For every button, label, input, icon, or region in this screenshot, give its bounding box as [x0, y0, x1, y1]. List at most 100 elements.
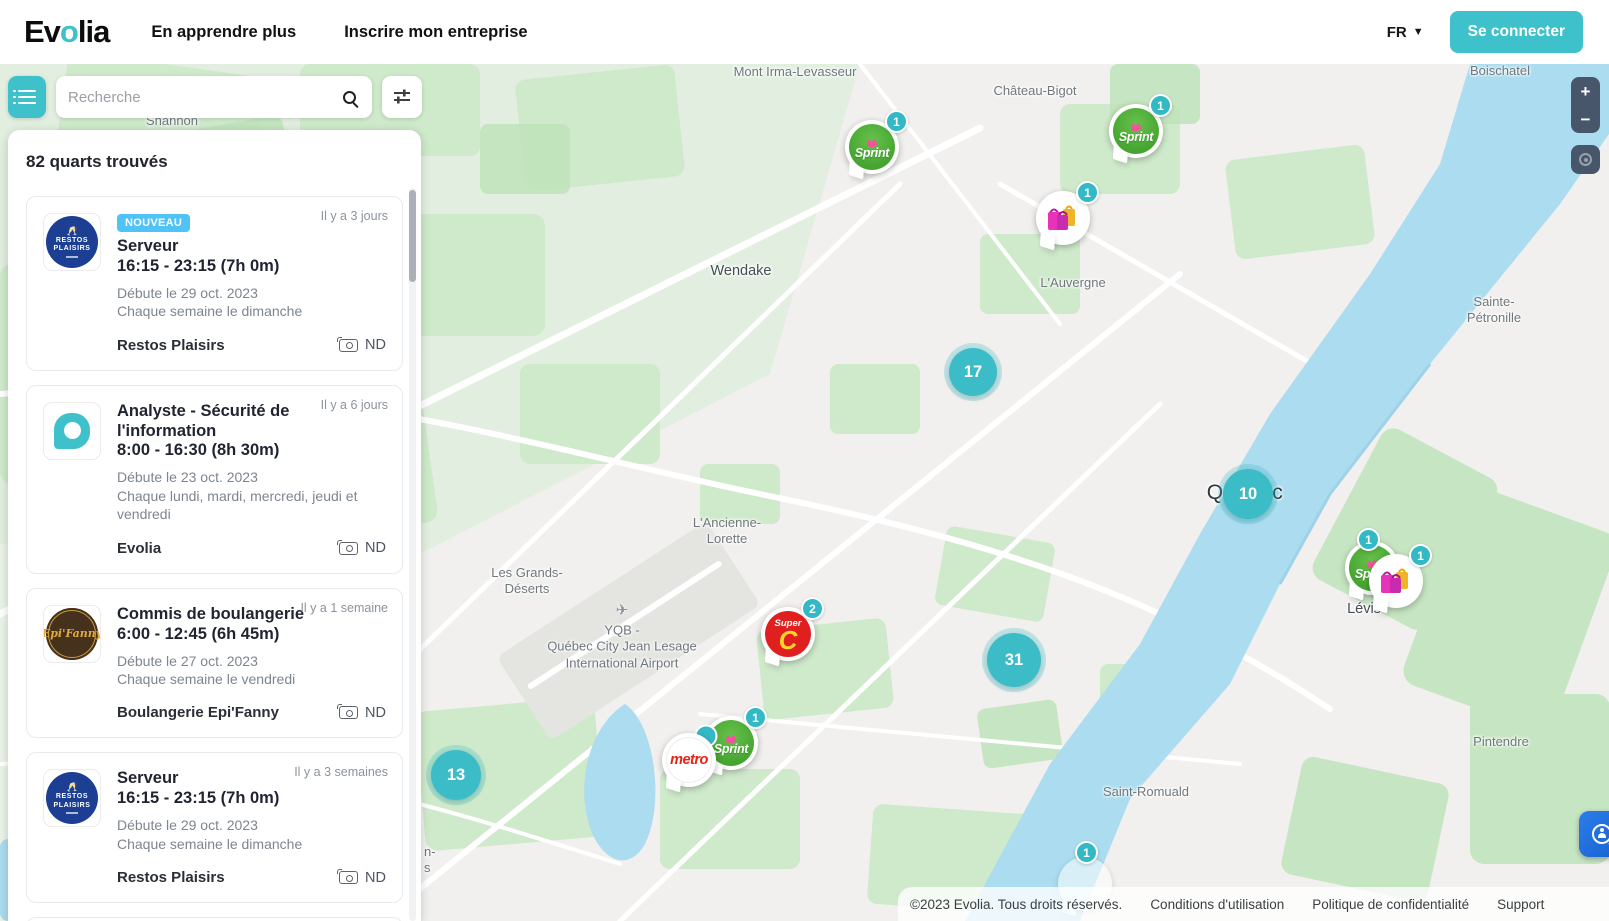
pay-value: ND: [365, 870, 386, 886]
new-badge: NOUVEAU: [117, 214, 190, 232]
logo-text: RESTOS: [56, 793, 88, 802]
footer-link-privacy[interactable]: Politique de confidentialité: [1312, 897, 1469, 912]
pay-info: ND: [339, 540, 386, 556]
pay-value: ND: [365, 540, 386, 556]
person-magnifier-icon: [1592, 824, 1609, 844]
shift-start-date: Débute le 23 oct. 2023: [117, 468, 377, 486]
map-cluster[interactable]: 17: [949, 348, 997, 396]
list-view-button[interactable]: [8, 76, 46, 118]
pay-info: ND: [339, 337, 386, 353]
shift-time: 16:15 - 23:15 (7h 0m): [117, 789, 386, 808]
shopping-bags-graphic: [1379, 566, 1413, 596]
map-marker-shopping[interactable]: 1: [1036, 191, 1090, 245]
search-row: [8, 76, 422, 118]
banknote-icon: [339, 871, 358, 884]
scrollbar-thumb[interactable]: [409, 190, 416, 282]
shift-list: 🥂 RESTOS PLAISIRS Il y a 3 jours NOUVEAU…: [8, 192, 407, 921]
chevron-down-icon: ▼: [1413, 26, 1424, 38]
shift-time: 6:00 - 12:45 (6h 45m): [117, 625, 386, 644]
shift-time: 16:15 - 23:15 (7h 0m): [117, 257, 386, 276]
marker-count-badge: 1: [1076, 181, 1099, 204]
marker-count-badge: 1: [1409, 544, 1432, 567]
locate-icon: [1579, 153, 1592, 166]
sprint-logo: Sprint: [1113, 108, 1159, 154]
shift-title: Analyste - Sécurité de l'information: [117, 402, 347, 442]
shift-start-date: Débute le 27 oct. 2023: [117, 652, 377, 670]
map-marker-metro[interactable]: metro: [662, 733, 716, 787]
footer-link-terms[interactable]: Conditions d'utilisation: [1150, 897, 1284, 912]
zoom-in-button[interactable]: +: [1571, 77, 1600, 105]
shift-recurrence: Chaque semaine le vendredi: [117, 670, 377, 688]
search-input[interactable]: [68, 89, 343, 106]
pay-value: ND: [365, 705, 386, 721]
sprint-logo: Sprint: [849, 124, 895, 170]
shift-recurrence: Chaque semaine le dimanche: [117, 835, 377, 853]
copyright-text: ©2023 Evolia. Tous droits réservés.: [910, 897, 1122, 912]
shift-card[interactable]: 🥂 RESTOS PLAISIRS Il y a 3 jours NOUVEAU…: [26, 196, 403, 371]
map-marker-sprint[interactable]: Sprint 1: [845, 120, 899, 174]
logo-text: Epi'Fanny: [43, 627, 101, 640]
sprint-logo-text: Sprint: [1119, 130, 1153, 144]
logo-text: PLAISIRS: [53, 245, 90, 254]
shift-title: Serveur: [117, 237, 347, 257]
filters-button[interactable]: [382, 76, 422, 118]
shift-recurrence: Chaque semaine le dimanche: [117, 302, 377, 320]
language-selector[interactable]: FR ▼: [1387, 24, 1424, 41]
marker-count-badge: 1: [744, 706, 767, 729]
map-cluster[interactable]: 10: [1223, 469, 1273, 519]
results-panel: 82 quarts trouvés 🥂 RESTOS PLAISIRS Il y…: [8, 130, 421, 921]
logo-text: RESTOS: [56, 237, 88, 246]
company-logo-restos-plaisirs: 🥂 RESTOS PLAISIRS: [43, 769, 101, 827]
language-code: FR: [1387, 24, 1407, 41]
banknote-icon: [339, 339, 358, 352]
pay-info: ND: [339, 870, 386, 886]
metro-logo-text: metro: [670, 752, 708, 768]
company-name: Boulangerie Epi'Fanny: [117, 704, 279, 721]
company-logo-restos-plaisirs: 🥂 RESTOS PLAISIRS: [43, 213, 101, 271]
marker-count-badge: 1: [1357, 528, 1380, 551]
list-icon: [18, 90, 36, 105]
shopping-bags-graphic: [1046, 203, 1080, 233]
shift-card[interactable]: Epi'Fanny Il y a 1 semaine Commis de bou…: [26, 588, 403, 739]
company-name: Restos Plaisirs: [117, 869, 225, 886]
search-box: [56, 76, 372, 118]
shopping-bags-icon: [1040, 195, 1086, 241]
map-marker-shopping[interactable]: 1: [1369, 554, 1423, 608]
map-footer: ©2023 Evolia. Tous droits réservés. Cond…: [898, 887, 1609, 921]
scrollbar-track[interactable]: [409, 188, 416, 921]
sprint-logo-text: Sprint: [714, 742, 748, 756]
pay-info: ND: [339, 705, 386, 721]
zoom-out-button[interactable]: −: [1571, 105, 1600, 133]
shift-card[interactable]: 🥂 RESTOS PLAISIRS Il y a 3 semaines Serv…: [26, 752, 403, 903]
sliders-icon: [392, 88, 412, 106]
map-marker-sprint[interactable]: Sprint 1: [1109, 104, 1163, 158]
shift-card[interactable]: yoga Il y a 3 semaines Cardio Spin 7:00 …: [26, 917, 403, 921]
wine-glasses-icon: 🥂: [67, 783, 77, 792]
logo-text: PLAISIRS: [53, 802, 90, 811]
map-cluster[interactable]: 13: [431, 750, 481, 800]
nav-link-register-business[interactable]: Inscrire mon entreprise: [344, 23, 527, 42]
nav-link-learn-more[interactable]: En apprendre plus: [151, 23, 296, 42]
posted-ago: Il y a 3 semaines: [294, 765, 388, 779]
map-cluster[interactable]: 31: [987, 633, 1041, 687]
map-zoom-control: + −: [1571, 77, 1600, 133]
map-marker-superc[interactable]: Super C 2: [761, 607, 815, 661]
banknote-icon: [339, 542, 358, 555]
shopping-bags-icon: [1373, 558, 1419, 604]
evolia-logo[interactable]: Evolia: [24, 14, 109, 50]
top-navigation-bar: Evolia En apprendre plus Inscrire mon en…: [0, 0, 1609, 64]
company-logo-epifanny: Epi'Fanny: [43, 605, 101, 663]
shift-recurrence: Chaque lundi, mardi, mercredi, jeudi et …: [117, 487, 377, 524]
sprint-logo-text: Sprint: [855, 146, 889, 160]
shift-time: 8:00 - 16:30 (8h 30m): [117, 441, 386, 460]
footer-link-support[interactable]: Support: [1497, 897, 1544, 912]
company-name: Evolia: [117, 540, 161, 557]
accessibility-search-button[interactable]: [1579, 811, 1609, 857]
shift-card[interactable]: Il y a 6 jours Analyste - Sécurité de l'…: [26, 385, 403, 574]
header-right: FR ▼ Se connecter: [1387, 11, 1583, 53]
posted-ago: Il y a 3 jours: [321, 209, 388, 223]
login-button[interactable]: Se connecter: [1450, 11, 1583, 53]
company-name: Restos Plaisirs: [117, 337, 225, 354]
locate-button[interactable]: [1571, 145, 1600, 174]
results-count: 82 quarts trouvés: [8, 130, 421, 186]
